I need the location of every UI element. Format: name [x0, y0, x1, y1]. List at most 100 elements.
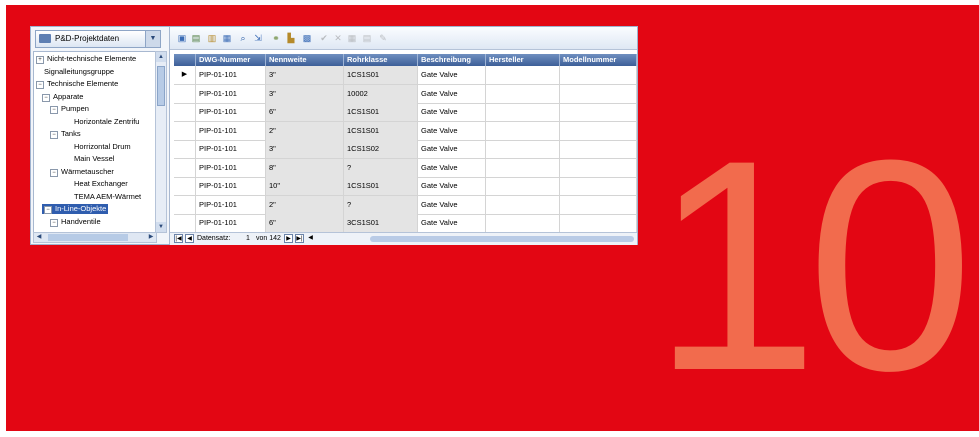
table-row[interactable]: PIP-01-101 6" 1CS1S01 Gate Valve — [174, 103, 637, 122]
table-cell[interactable]: Gate Valve — [418, 214, 486, 232]
tree-vertical-scrollbar[interactable]: ▲ ▼ — [155, 51, 167, 233]
scroll-thumb[interactable] — [157, 66, 165, 106]
check-icon[interactable]: ✔ — [318, 32, 330, 44]
tree-expander-icon[interactable]: − — [36, 81, 44, 89]
table-cell[interactable]: 6" — [266, 214, 344, 232]
table-row[interactable]: PIP-01-101 3" 1CS1S02 Gate Valve — [174, 140, 637, 159]
table-row[interactable]: PIP-01-101 2"? Gate Valve — [174, 195, 637, 215]
column-header[interactable]: Beschreibung — [418, 54, 486, 66]
table-cell[interactable]: ? — [344, 158, 418, 177]
table-cell[interactable] — [486, 103, 560, 121]
table-cell[interactable] — [486, 140, 560, 158]
tree-item[interactable]: Horrizontal Drum — [74, 142, 131, 152]
column-header[interactable]: Nennweite — [266, 54, 344, 66]
tree-item[interactable]: Heat Exchanger — [74, 179, 128, 189]
scroll-up-icon[interactable]: ▲ — [156, 52, 166, 62]
tree-expander-icon[interactable]: − — [50, 131, 58, 139]
tree-item[interactable]: − Wärmetauscher — [50, 167, 114, 177]
tree-item[interactable]: − Handventile — [50, 217, 101, 227]
tree-item[interactable]: TEMA AEM-Wärmet — [74, 192, 141, 202]
column-header[interactable]: Rohrklasse — [344, 54, 418, 66]
table-row[interactable]: PIP-01-101 6" 3CS1S01 Gate Valve — [174, 214, 637, 233]
scroll-right-icon[interactable]: ▶ — [146, 233, 156, 242]
table-cell[interactable]: 1CS1S01 — [344, 103, 418, 121]
table-cell[interactable]: PIP-01-101 — [196, 158, 266, 177]
table-cell[interactable]: 1CS1S02 — [344, 140, 418, 158]
table-cell[interactable]: Gate Valve — [418, 121, 486, 140]
tree-item[interactable]: Signalleitungsgruppe — [44, 67, 114, 77]
table-cell[interactable] — [560, 214, 637, 232]
column-header[interactable]: Hersteller — [486, 54, 560, 66]
table-cell[interactable]: PIP-01-101 — [196, 66, 266, 84]
tree-item[interactable]: + Nicht-technische Elemente — [36, 54, 136, 64]
table-cell[interactable] — [560, 158, 637, 177]
tree-item[interactable]: Main Vessel — [74, 154, 114, 164]
grid-horizontal-scrollbar[interactable] — [370, 236, 634, 242]
tree-expander-icon[interactable]: − — [50, 218, 58, 227]
tree-item[interactable]: − Tanks — [50, 129, 81, 139]
row-selector[interactable] — [174, 103, 196, 121]
new-record-icon[interactable]: ◀ — [306, 234, 315, 243]
table-cell[interactable] — [486, 66, 560, 84]
next-record-icon[interactable]: ▶ — [284, 234, 293, 243]
zoom-icon[interactable]: ⌕ — [237, 32, 249, 44]
tree-expander-icon[interactable]: − — [50, 106, 58, 114]
last-record-icon[interactable]: ▶| — [295, 234, 304, 243]
table-row[interactable]: PIP-01-101 3" 10002 Gate Valve — [174, 84, 637, 104]
prev-record-icon[interactable]: ◀ — [185, 234, 194, 243]
table-cell[interactable] — [486, 214, 560, 232]
table-cell[interactable]: Gate Valve — [418, 158, 486, 177]
table-cell[interactable]: PIP-01-101 — [196, 84, 266, 103]
scroll-left-icon[interactable]: ◀ — [34, 233, 44, 242]
chart-icon[interactable]: ▙ — [285, 32, 297, 44]
table-cell[interactable]: 1CS1S01 — [344, 66, 418, 84]
current-record[interactable]: 1 — [246, 234, 250, 244]
table-cell[interactable]: 10002 — [344, 84, 418, 103]
table-cell[interactable] — [486, 121, 560, 140]
table-row[interactable]: ▶ PIP-01-101 3" 1CS1S01 Gate Valve — [174, 66, 637, 85]
first-record-icon[interactable]: |◀ — [174, 234, 183, 243]
table-cell[interactable] — [486, 84, 560, 103]
export-icon[interactable]: ⇲ — [252, 32, 264, 44]
table-cell[interactable]: PIP-01-101 — [196, 177, 266, 195]
table-cell[interactable] — [486, 177, 560, 195]
save-icon[interactable]: ▤ — [190, 32, 202, 44]
table-cell[interactable]: Gate Valve — [418, 195, 486, 214]
tree-item[interactable]: − Pumpen — [50, 104, 89, 114]
table-cell[interactable] — [560, 195, 637, 214]
tree-expander-icon[interactable]: + — [36, 56, 44, 64]
table-cell[interactable]: 3" — [266, 84, 344, 103]
row-selector[interactable] — [174, 158, 196, 177]
table-cell[interactable]: PIP-01-101 — [196, 214, 266, 232]
table-cell[interactable] — [486, 158, 560, 177]
table-cell[interactable]: 10" — [266, 177, 344, 195]
table-cell[interactable]: 6" — [266, 103, 344, 121]
table-cell[interactable]: Gate Valve — [418, 84, 486, 103]
open-icon[interactable]: ▣ — [176, 32, 188, 44]
table-cell[interactable] — [486, 195, 560, 214]
table-cell[interactable] — [560, 140, 637, 158]
row-selector[interactable] — [174, 214, 196, 232]
edit-icon[interactable]: ✎ — [377, 32, 389, 44]
column-header[interactable]: Modellnummer — [560, 54, 637, 66]
project-dropdown[interactable]: P&D-Projektdaten ▼ — [35, 30, 161, 48]
table-cell[interactable]: 2" — [266, 195, 344, 214]
table-cell[interactable]: PIP-01-101 — [196, 121, 266, 140]
table-cell[interactable]: 8" — [266, 158, 344, 177]
current-row-icon[interactable]: ▶ — [174, 66, 196, 84]
scroll-down-icon[interactable]: ▼ — [156, 222, 166, 232]
table-cell[interactable]: 3" — [266, 66, 344, 84]
delete-icon[interactable]: ✕ — [332, 32, 344, 44]
tree-item[interactable]: − Apparate — [42, 92, 83, 102]
table-row[interactable]: PIP-01-101 10" 1CS1S01 Gate Valve — [174, 177, 637, 196]
table-row[interactable]: PIP-01-101 8"? Gate Valve — [174, 158, 637, 178]
row-selector[interactable] — [174, 84, 196, 103]
table-cell[interactable] — [560, 84, 637, 103]
row-selector[interactable] — [174, 195, 196, 214]
table-cell[interactable]: PIP-01-101 — [196, 103, 266, 121]
tree-item[interactable]: Horizontale Zentrifu — [74, 117, 139, 127]
row-selector[interactable] — [174, 177, 196, 195]
table-cell[interactable]: 3CS1S01 — [344, 214, 418, 232]
tree-expander-icon[interactable]: − — [50, 168, 58, 177]
tree-item[interactable]: − In-Line-Objekte — [42, 204, 109, 214]
